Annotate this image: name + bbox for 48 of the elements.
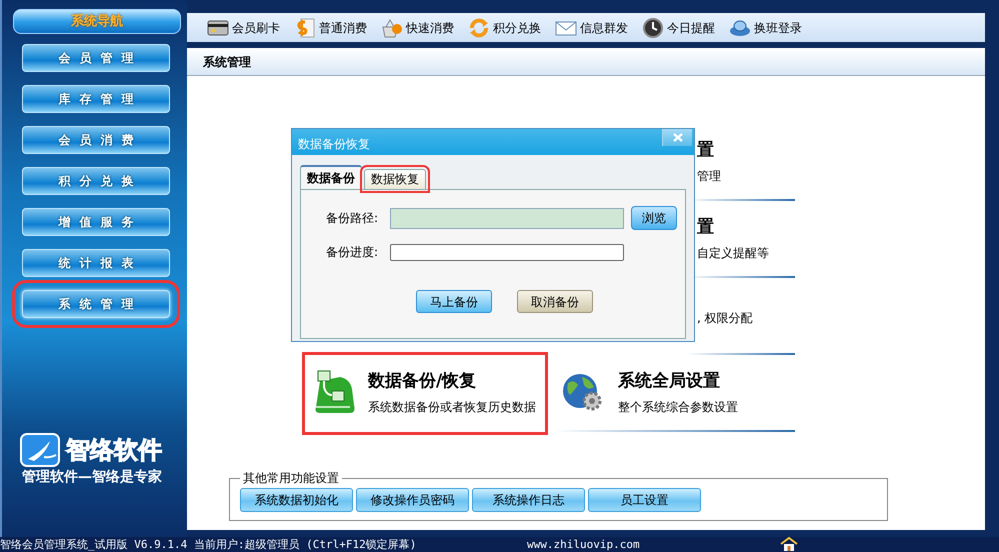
feature-title[interactable]: 数据备份/恢复	[368, 368, 536, 394]
feature-title[interactable]: 置	[697, 214, 769, 240]
dialog-title: 数据备份恢复	[292, 129, 694, 155]
feature-description: 管理	[697, 168, 721, 186]
nav-button[interactable]: 库存管理	[22, 85, 170, 113]
close-icon	[672, 133, 682, 142]
toolbar-button[interactable]: 会员刷卡	[207, 16, 280, 38]
nav-button[interactable]: 统计报表	[22, 249, 170, 277]
function-button[interactable]: 修改操作员密码	[356, 488, 469, 512]
function-button[interactable]: 员工设置	[588, 488, 701, 512]
toolbar-button[interactable]: 普通消费	[294, 16, 367, 38]
function-button[interactable]: 系统数据初始化	[240, 488, 353, 512]
feature-description: 整个系统综合参数设置	[618, 399, 738, 416]
path-field[interactable]	[390, 208, 624, 228]
group-title: 其他常用功能设置	[242, 472, 340, 484]
nav-button[interactable]: 会员消费	[22, 126, 170, 154]
dialog-button[interactable]: 取消备份	[517, 290, 593, 313]
clock-icon	[642, 16, 664, 38]
feature-description: , 权限分配	[697, 310, 753, 326]
toolbar-button[interactable]: 积分兑换	[468, 16, 541, 38]
logo-slogan: 管理软件—智络是专家	[22, 468, 162, 487]
refresh-icon	[468, 16, 490, 38]
toolbar-button[interactable]: 快速消费	[381, 16, 454, 38]
website-url: www.zhiluovip.com	[527, 537, 641, 552]
nav-button[interactable]: 积分兑换	[22, 167, 170, 195]
tab[interactable]: 数据备份	[300, 165, 362, 189]
feature-title[interactable]: 系统全局设置	[618, 368, 738, 394]
basket-icon	[381, 16, 403, 38]
logo-name: 智络软件	[66, 435, 162, 465]
toolbar-button[interactable]: 今日提醒	[642, 16, 715, 38]
logo-icon	[20, 433, 62, 467]
home-icon	[780, 537, 798, 551]
feature-description: 系统数据备份或者恢复历史数据	[368, 399, 536, 416]
field-label: 备份进度:	[326, 244, 380, 261]
close-button[interactable]	[662, 129, 692, 146]
nav-button[interactable]: 增值服务	[22, 208, 170, 236]
navigation-title: 系统导航	[13, 9, 181, 34]
toolbar-button[interactable]: 换班登录	[729, 16, 802, 38]
toolbar-button[interactable]: 信息群发	[555, 16, 628, 38]
function-button[interactable]: 系统操作日志	[472, 488, 585, 512]
dialog-button[interactable]: 马上备份	[416, 290, 492, 313]
panel-title: 系统管理	[187, 48, 985, 76]
feature-description: 自定义提醒等	[697, 245, 769, 262]
status-text: 智络会员管理系统_试用版 V6.9.1.4 当前用户:超级管理员 (Ctrl+F12锁定屏幕)	[0, 537, 418, 552]
nav-button[interactable]: 会员管理	[22, 44, 170, 72]
field-label: 备份路径:	[326, 210, 380, 227]
feature-title[interactable]: 置	[697, 138, 721, 164]
browse-button[interactable]: 浏览	[631, 206, 677, 230]
